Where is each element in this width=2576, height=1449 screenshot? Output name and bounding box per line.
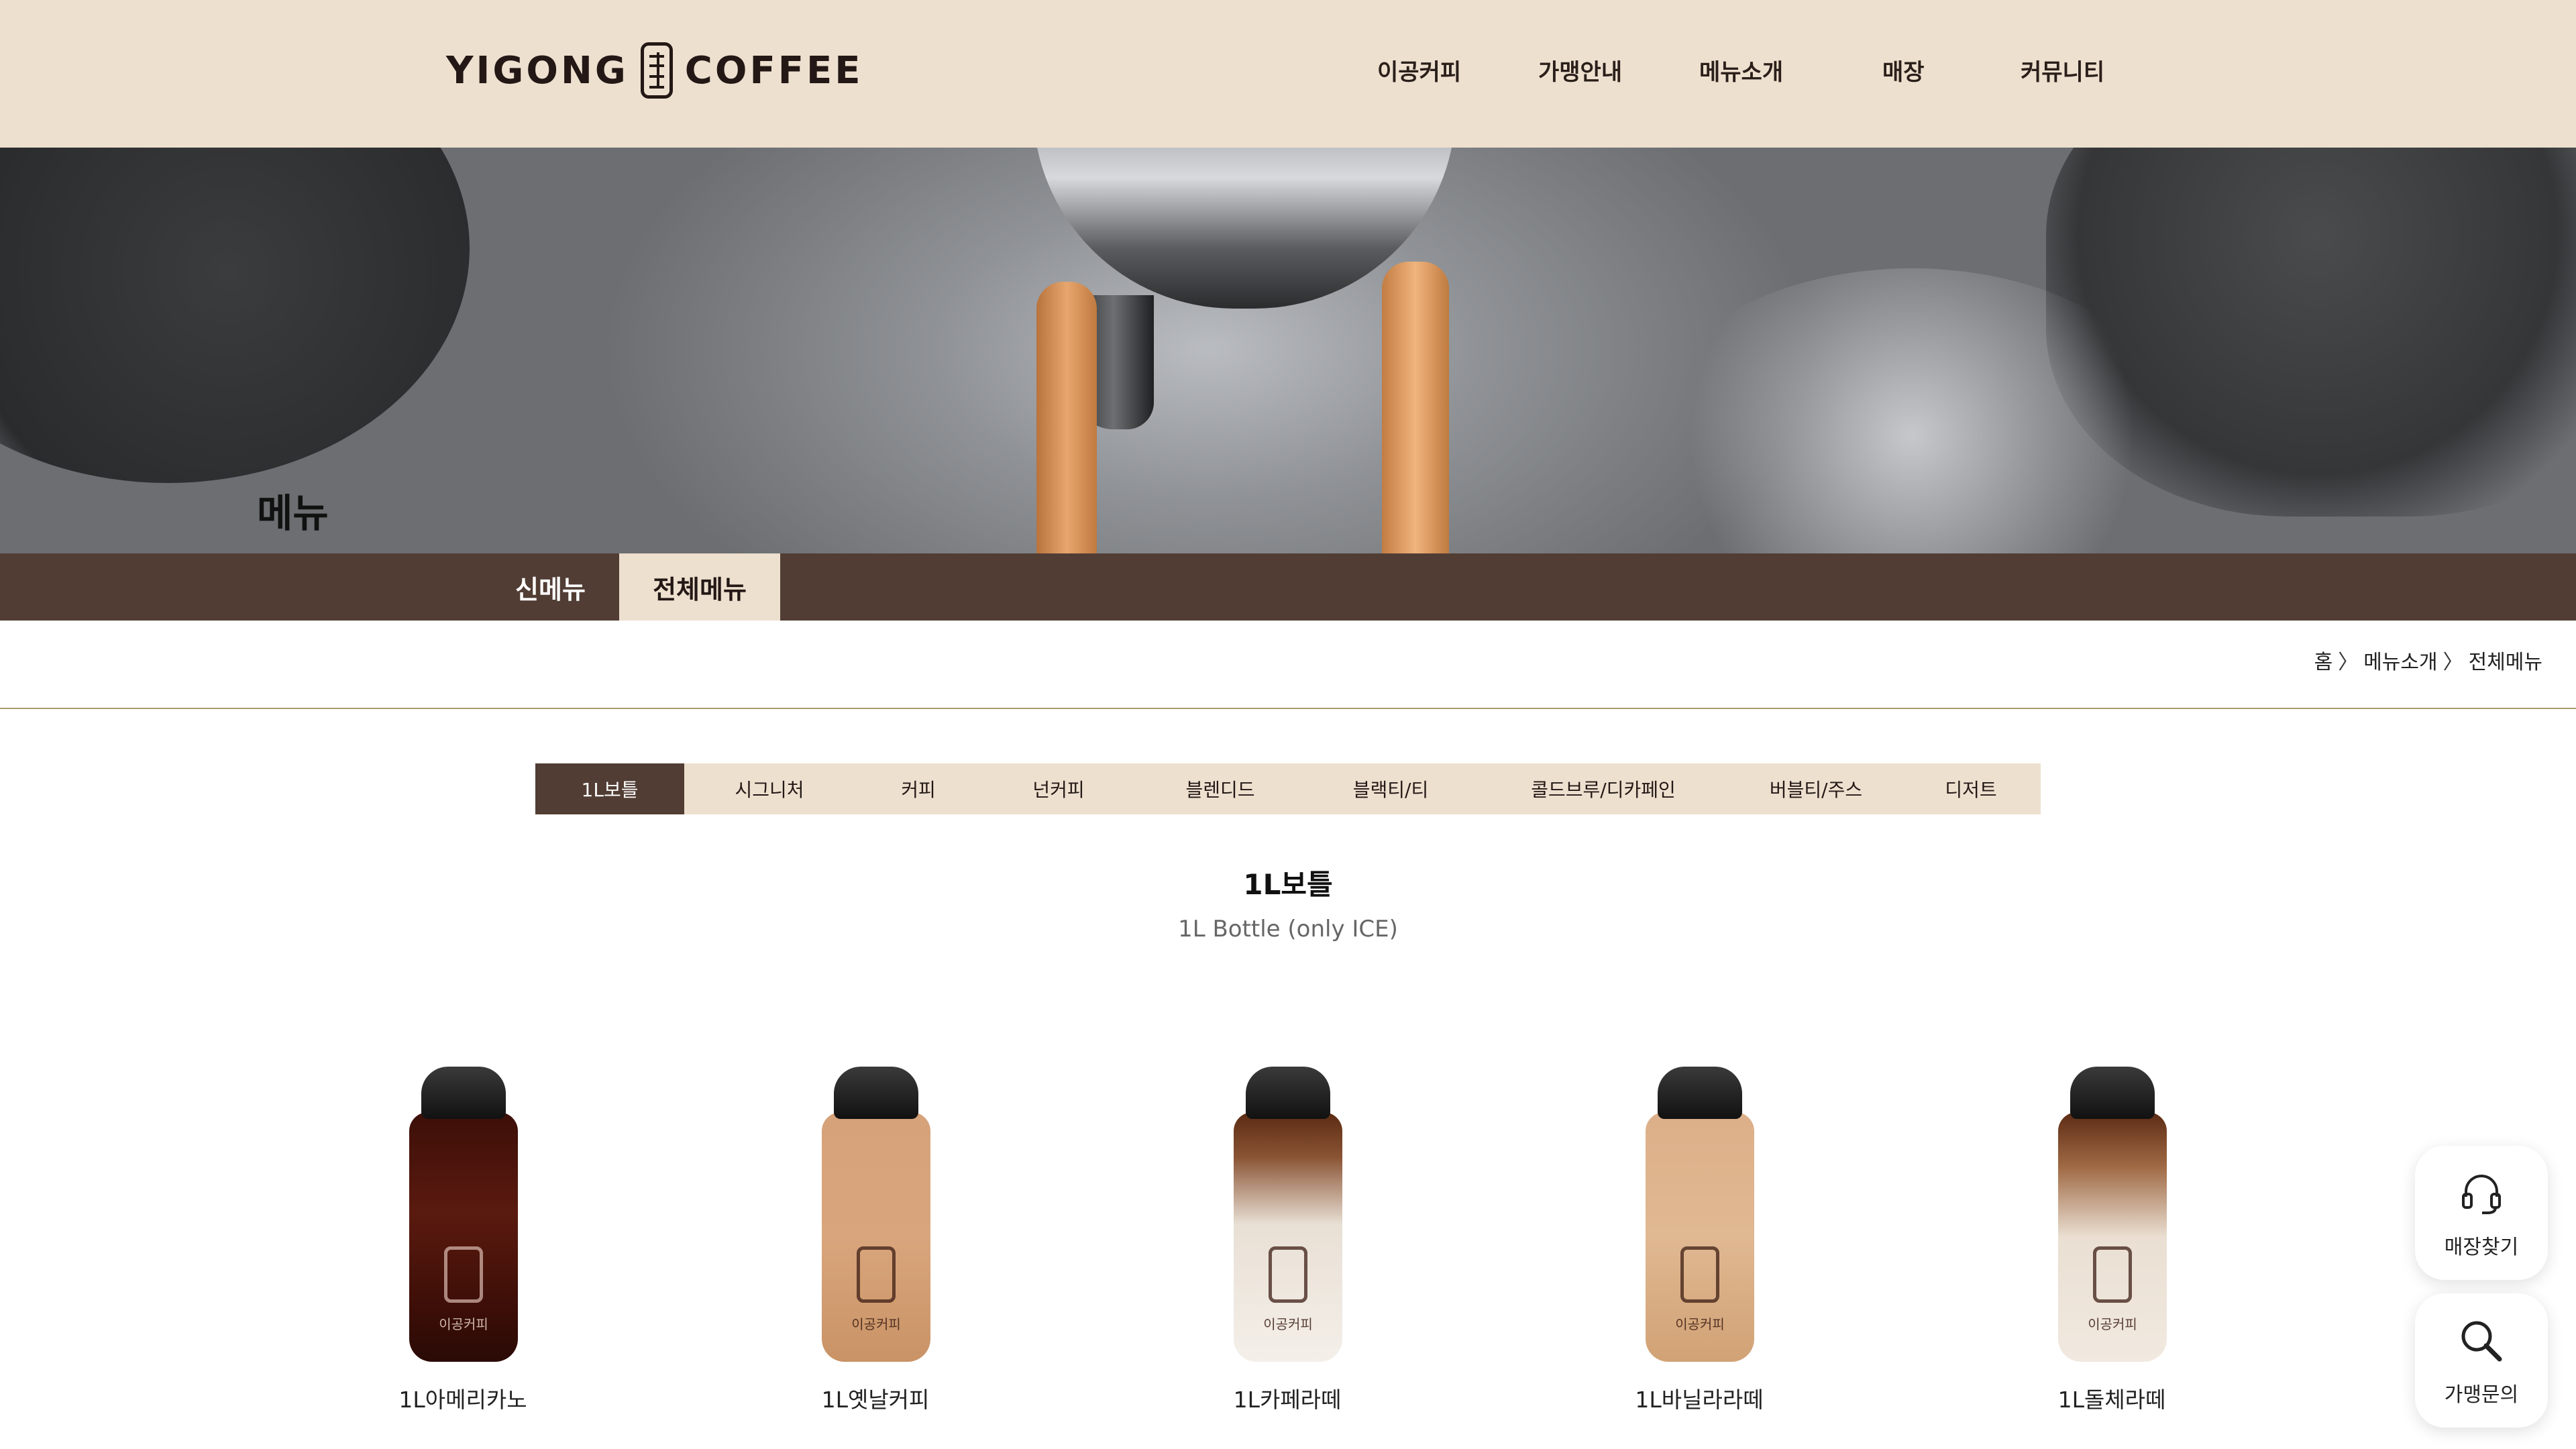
product-card[interactable]: 이공커피 1L바닐라라떼	[1578, 1067, 1820, 1415]
nav-item-stores[interactable]: 매장	[1882, 54, 1925, 87]
category-tab-black-tea[interactable]: 블랙티/티	[1305, 763, 1476, 814]
tab-all-menu[interactable]: 전체메뉴	[619, 553, 780, 621]
brand-seal-icon	[1269, 1246, 1307, 1303]
product-name: 1L돌체라떼	[2057, 1387, 2166, 1413]
section-subtitle: 1L Bottle (only ICE)	[1178, 916, 1398, 943]
product-image: 이공커피	[1646, 1067, 1754, 1362]
site-header: YIGONG COFFEE 이공커피 가맹안내 메뉴소개 매장 커뮤니티	[0, 0, 2576, 148]
store-finder-label: 매장찾기	[2444, 1236, 2519, 1259]
product-card[interactable]: 이공커피 1L카페라떼	[1167, 1067, 1408, 1415]
product-name: 1L아메리카노	[398, 1387, 527, 1413]
brand-seal-icon	[444, 1246, 483, 1303]
breadcrumb-home[interactable]: 홈	[2314, 645, 2333, 675]
product-image: 이공커피	[2058, 1067, 2167, 1362]
category-tab-cold-brew[interactable]: 콜드브루/디카페인	[1476, 763, 1731, 814]
product-image: 이공커피	[1234, 1067, 1342, 1362]
product-name: 1L카페라떼	[1233, 1387, 1342, 1413]
nav-item-menu[interactable]: 메뉴소개	[1699, 54, 1783, 87]
brand-seal-icon	[2093, 1246, 2132, 1303]
category-tab-dessert[interactable]: 디저트	[1901, 763, 2041, 814]
espresso-stream-image	[1036, 282, 1097, 553]
search-icon	[2461, 1321, 2502, 1362]
main-nav: 이공커피 가맹안내 메뉴소개 매장 커뮤니티	[0, 54, 2576, 94]
category-tab-non-coffee[interactable]: 넌커피	[982, 763, 1135, 814]
hero-bg-shape	[0, 148, 470, 483]
category-tab-signature[interactable]: 시그니처	[684, 763, 855, 814]
tab-new-menu[interactable]: 신메뉴	[482, 553, 619, 621]
bottle-brand-label: 이공커피	[1675, 1316, 1725, 1332]
headset-icon	[2462, 1175, 2501, 1214]
breadcrumb-current: 전체메뉴	[2468, 651, 2542, 674]
breadcrumb: 홈 〉 메뉴소개 〉 전체메뉴	[2314, 645, 2542, 675]
category-tabs: 1L보틀 시그니처 커피 넌커피 블렌디드 블랙티/티 콜드브루/디카페인 버블…	[535, 763, 2041, 814]
franchise-inquiry-label: 가맹문의	[2444, 1383, 2519, 1407]
product-card[interactable]: 이공커피 1L옛날커피	[755, 1067, 996, 1415]
chevron-right-icon: 〉	[2443, 651, 2463, 674]
product-card[interactable]: 이공커피 1L아메리카노	[342, 1067, 584, 1415]
category-tab-coffee[interactable]: 커피	[855, 763, 982, 814]
product-name: 1L바닐라라떼	[1635, 1387, 1764, 1413]
breadcrumb-menu[interactable]: 메뉴소개	[2363, 645, 2437, 675]
bottle-brand-label: 이공커피	[2088, 1316, 2137, 1332]
product-image: 이공커피	[822, 1067, 930, 1362]
nav-item-yigong[interactable]: 이공커피	[1377, 54, 1461, 87]
product-name: 1L옛날커피	[821, 1387, 930, 1413]
hero-banner: 메뉴	[0, 148, 2576, 553]
chevron-right-icon: 〉	[2338, 651, 2359, 674]
brand-seal-icon	[1680, 1246, 1719, 1303]
store-finder-button[interactable]: 매장찾기	[2415, 1146, 2548, 1280]
bottle-brand-label: 이공커피	[1263, 1316, 1313, 1332]
espresso-stream-image	[1382, 262, 1449, 553]
franchise-inquiry-button[interactable]: 가맹문의	[2415, 1293, 2548, 1428]
nav-item-franchise[interactable]: 가맹안내	[1538, 54, 1622, 87]
category-tab-blended[interactable]: 블렌디드	[1135, 763, 1305, 814]
category-tab-1l-bottle[interactable]: 1L보틀	[535, 763, 684, 814]
page-title: 메뉴	[257, 490, 329, 536]
product-image: 이공커피	[409, 1067, 518, 1362]
sub-nav-bar: 신메뉴 전체메뉴	[0, 553, 2576, 621]
brand-seal-icon	[857, 1246, 896, 1303]
nav-item-community[interactable]: 커뮤니티	[2021, 54, 2104, 87]
category-tab-bubble-tea[interactable]: 버블티/주스	[1731, 763, 1901, 814]
bottle-brand-label: 이공커피	[851, 1316, 901, 1332]
bottle-brand-label: 이공커피	[439, 1316, 488, 1332]
product-card[interactable]: 이공커피 1L돌체라떼	[1991, 1067, 2233, 1415]
divider	[0, 708, 2576, 709]
section-title: 1L보틀	[1243, 868, 1333, 901]
